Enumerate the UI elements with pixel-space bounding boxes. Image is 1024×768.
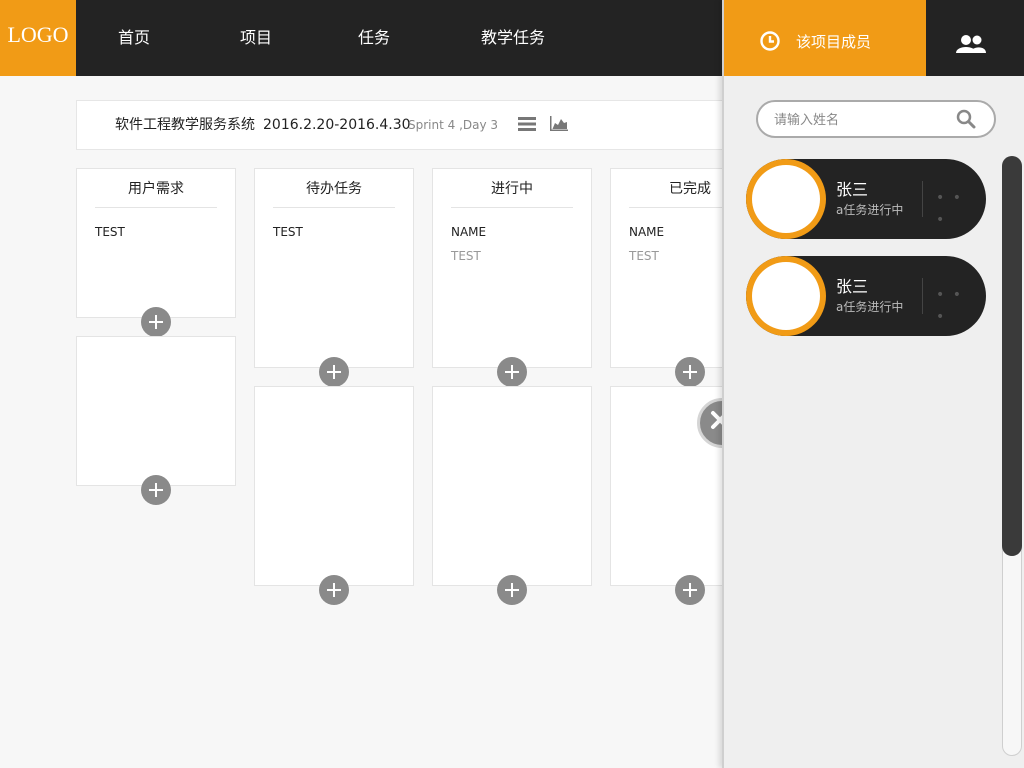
add-card-button[interactable]	[141, 307, 171, 337]
users-icon[interactable]	[956, 34, 986, 54]
scrollbar-thumb[interactable]	[1002, 156, 1022, 556]
add-card-button[interactable]	[497, 357, 527, 387]
task-card[interactable]	[76, 336, 236, 486]
member-item[interactable]: 张三 a任务进行中 • • •	[746, 159, 986, 239]
card-subtitle: TEST	[629, 249, 659, 263]
add-card-button[interactable]	[497, 575, 527, 605]
column-user-requirements: 用户需求 TEST	[76, 168, 236, 318]
project-name: 软件工程教学服务系统	[115, 117, 255, 133]
column-title: 进行中	[491, 181, 533, 197]
tab-label: 该项目成员	[796, 33, 872, 51]
divider	[451, 207, 573, 208]
list-icon[interactable]	[518, 117, 536, 131]
avatar	[746, 256, 826, 336]
column-title: 待办任务	[306, 181, 362, 197]
card-title[interactable]: NAME	[451, 225, 486, 239]
search-icon[interactable]	[956, 109, 976, 129]
add-card-button[interactable]	[319, 575, 349, 605]
add-card-button[interactable]	[319, 357, 349, 387]
card-title[interactable]: TEST	[95, 225, 125, 239]
project-dates: 2016.2.20-2016.4.30	[263, 117, 411, 133]
member-item[interactable]: 张三 a任务进行中 • • •	[746, 256, 986, 336]
divider	[95, 207, 217, 208]
add-card-button[interactable]	[141, 475, 171, 505]
clock-icon	[760, 31, 780, 51]
task-card[interactable]	[254, 386, 414, 586]
nav-teaching-tasks[interactable]: 教学任务	[481, 0, 545, 76]
divider	[922, 278, 923, 314]
nav-projects[interactable]: 项目	[240, 0, 272, 76]
sprint-info: Sprint 4 ,Day 3	[408, 118, 499, 132]
more-icon[interactable]: • • •	[936, 284, 972, 325]
column-in-progress: 进行中 NAME TEST	[432, 168, 592, 368]
divider	[922, 181, 923, 217]
task-card[interactable]	[432, 386, 592, 586]
members-panel: 该项目成员 张三 a任务进行中 • • • 张三 a任务进行中 • • •	[722, 0, 1024, 768]
column-title: 用户需求	[128, 181, 184, 197]
more-icon[interactable]: • • •	[936, 187, 972, 228]
card-title[interactable]: NAME	[629, 225, 664, 239]
member-search	[756, 100, 996, 138]
logo[interactable]: LOGO	[0, 0, 76, 76]
chart-icon[interactable]	[550, 116, 568, 131]
add-card-button[interactable]	[675, 575, 705, 605]
add-card-button[interactable]	[675, 357, 705, 387]
divider	[273, 207, 395, 208]
panel-header: 该项目成员	[724, 0, 1024, 76]
project-header: 软件工程教学服务系统 2016.2.20-2016.4.30 Sprint 4 …	[76, 100, 736, 150]
member-name: 张三	[836, 277, 869, 296]
card-title[interactable]: TEST	[273, 225, 303, 239]
column-todo: 待办任务 TEST	[254, 168, 414, 368]
search-input[interactable]	[774, 110, 944, 130]
nav-home[interactable]: 首页	[118, 0, 150, 76]
member-name: 张三	[836, 180, 869, 199]
nav-tasks[interactable]: 任务	[358, 0, 390, 76]
card-subtitle: TEST	[451, 249, 481, 263]
avatar	[746, 159, 826, 239]
member-status: a任务进行中	[836, 300, 904, 314]
member-status: a任务进行中	[836, 203, 904, 217]
tab-project-members[interactable]: 该项目成员	[724, 0, 926, 76]
